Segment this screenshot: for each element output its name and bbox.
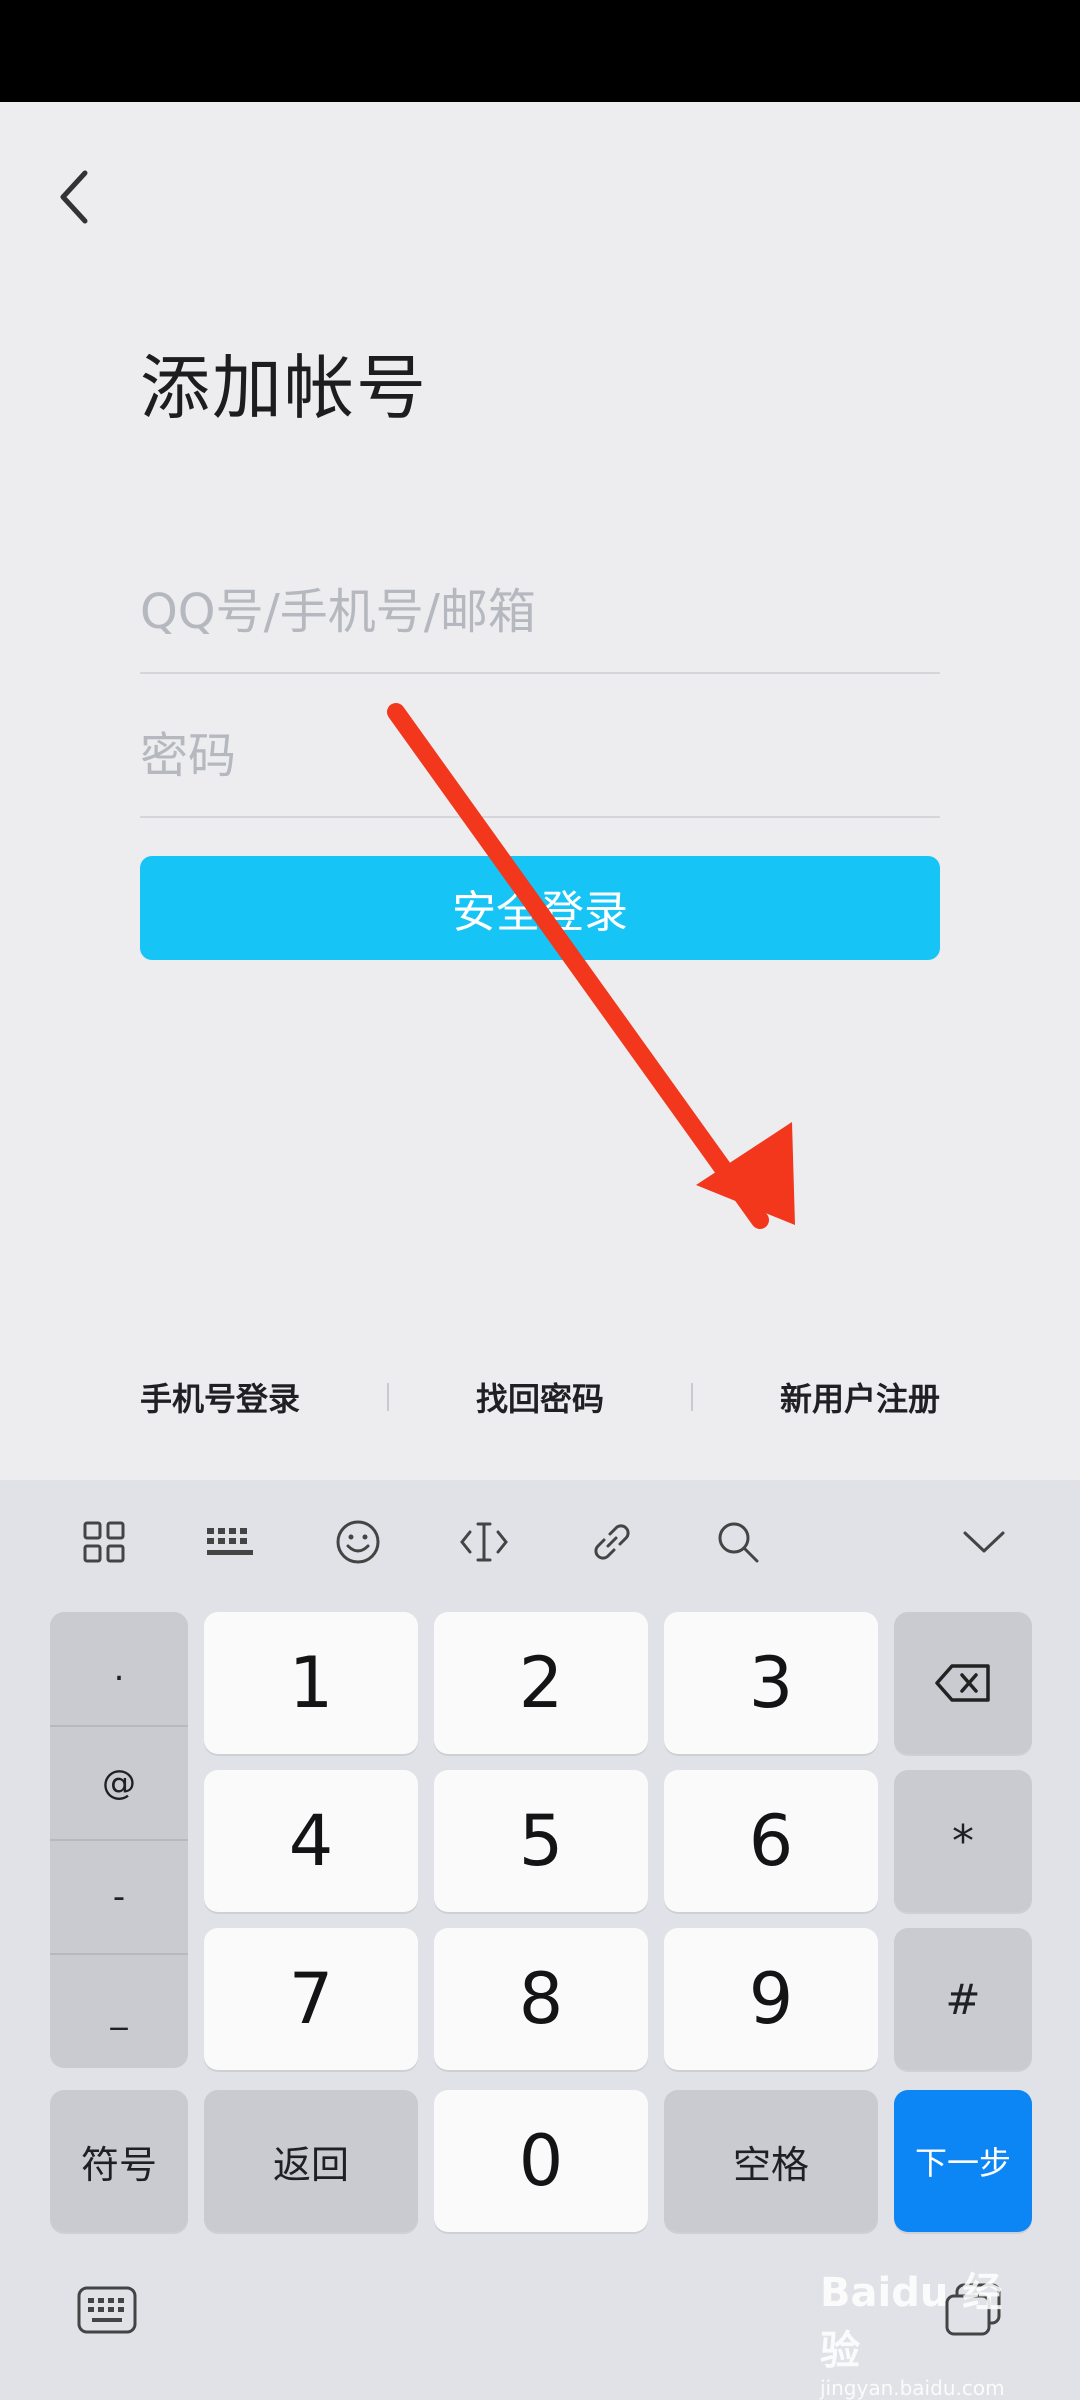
keyboard-toolbar bbox=[0, 1480, 1080, 1605]
key-1[interactable]: 1 bbox=[204, 1612, 418, 1754]
key-5[interactable]: 5 bbox=[434, 1770, 648, 1912]
account-field[interactable] bbox=[140, 552, 940, 674]
key-7[interactable]: 7 bbox=[204, 1928, 418, 2070]
key-6[interactable]: 6 bbox=[664, 1770, 878, 1912]
back-button[interactable] bbox=[40, 162, 110, 232]
password-input[interactable] bbox=[140, 696, 940, 816]
phone-login-link[interactable]: 手机号登录 bbox=[140, 1374, 300, 1420]
status-bar bbox=[0, 0, 1080, 102]
key-8[interactable]: 8 bbox=[434, 1928, 648, 2070]
link-divider bbox=[387, 1383, 389, 1411]
watermark-logo-text: Baidu 经验 bbox=[820, 2270, 1003, 2374]
key-4[interactable]: 4 bbox=[204, 1770, 418, 1912]
recover-password-link[interactable]: 找回密码 bbox=[476, 1374, 604, 1420]
watermark-url: jingyan.baidu.com bbox=[820, 2376, 1005, 2400]
space-key[interactable]: 空格 bbox=[664, 2090, 878, 2232]
key-at[interactable]: @ bbox=[50, 1726, 188, 1840]
backspace-key[interactable] bbox=[894, 1612, 1032, 1754]
keyboard-layout-icon[interactable] bbox=[198, 1510, 262, 1574]
key-underscore[interactable]: _ bbox=[50, 1954, 188, 2068]
account-input[interactable] bbox=[140, 552, 940, 672]
key-3[interactable]: 3 bbox=[664, 1612, 878, 1754]
chevron-down-icon[interactable] bbox=[952, 1510, 1016, 1574]
key-2[interactable]: 2 bbox=[434, 1612, 648, 1754]
key-hash[interactable]: # bbox=[894, 1928, 1032, 2070]
password-field[interactable] bbox=[140, 696, 940, 818]
emoji-icon[interactable] bbox=[326, 1510, 390, 1574]
key-dot[interactable]: . bbox=[50, 1612, 188, 1726]
next-key[interactable]: 下一步 bbox=[894, 2090, 1032, 2232]
grid-icon[interactable] bbox=[72, 1510, 136, 1574]
login-links: 手机号登录 找回密码 新用户注册 bbox=[140, 1367, 940, 1427]
baidu-watermark: Baidu 经验 jingyan.baidu.com bbox=[820, 2260, 1040, 2400]
link-divider bbox=[690, 1383, 693, 1411]
key-9[interactable]: 9 bbox=[664, 1928, 878, 2070]
backspace-icon bbox=[935, 1664, 990, 1702]
keyboard-switch-icon[interactable] bbox=[72, 2280, 142, 2340]
search-icon[interactable] bbox=[706, 1510, 770, 1574]
key-hyphen[interactable]: - bbox=[50, 1840, 188, 1954]
cursor-move-icon[interactable] bbox=[452, 1510, 516, 1574]
key-star[interactable]: * bbox=[894, 1770, 1032, 1912]
register-link[interactable]: 新用户注册 bbox=[780, 1374, 940, 1420]
chevron-left-icon bbox=[60, 170, 88, 224]
key-0[interactable]: 0 bbox=[434, 2090, 648, 2232]
page-title: 添加帐号 bbox=[140, 347, 428, 429]
symbol-column: . @ - _ bbox=[50, 1612, 188, 2068]
back-key[interactable]: 返回 bbox=[204, 2090, 418, 2232]
add-account-screen: 添加帐号 安全登录 手机号登录 找回密码 新用户注册 bbox=[0, 102, 1080, 1480]
symbol-key[interactable]: 符号 bbox=[50, 2090, 188, 2232]
secure-login-button[interactable]: 安全登录 bbox=[140, 856, 940, 960]
link-icon[interactable] bbox=[580, 1510, 644, 1574]
